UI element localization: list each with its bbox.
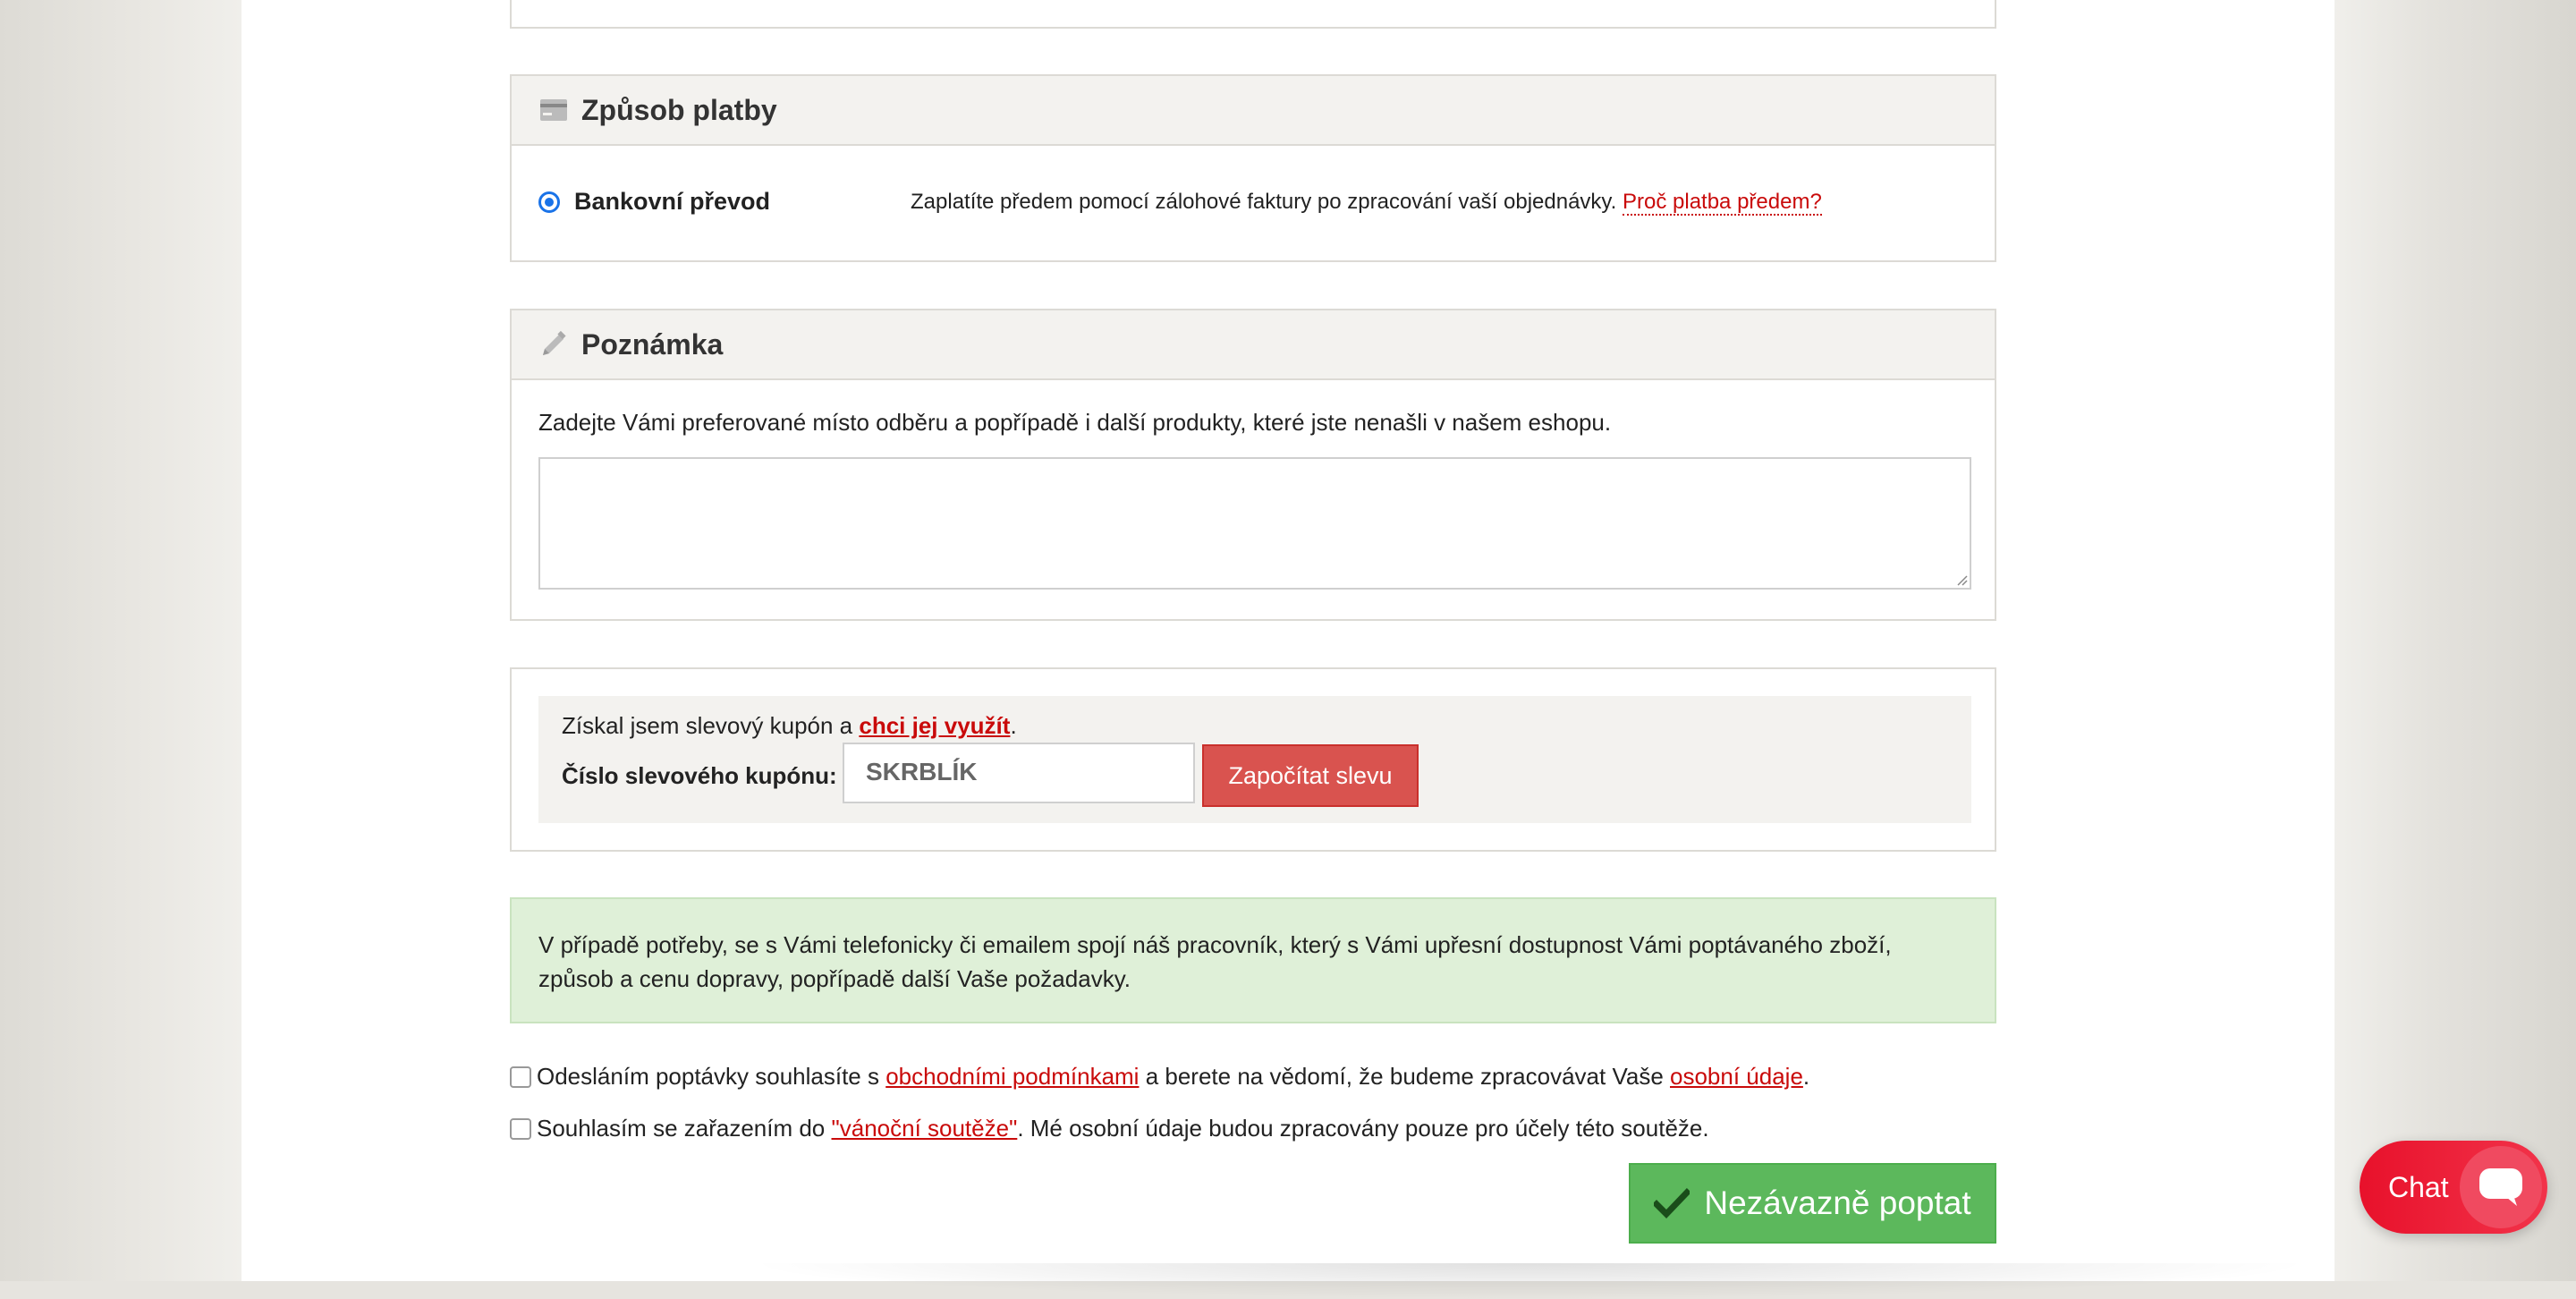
contact-info-alert: V případě potřeby, se s Vámi telefonicky… bbox=[510, 897, 1996, 1023]
apply-discount-button[interactable]: Započítat slevu bbox=[1202, 744, 1419, 807]
payment-option-bank-transfer[interactable]: Bankovní převod Zaplatíte předem pomocí … bbox=[512, 146, 1995, 259]
footer-shadow bbox=[742, 1263, 2317, 1299]
terms-checkbox[interactable] bbox=[510, 1066, 531, 1088]
coupon-box: Získal jsem slevový kupón a chci jej vyu… bbox=[538, 696, 1971, 823]
terms-text: Odesláním poptávky souhlasíte s obchodní… bbox=[537, 1063, 1810, 1090]
coupon-code-input[interactable]: SKRBLÍK bbox=[843, 743, 1195, 803]
chat-bubble-icon bbox=[2460, 1146, 2542, 1228]
payment-title: Způsob platby bbox=[581, 93, 777, 126]
chat-widget-button[interactable]: Chat bbox=[2360, 1141, 2547, 1234]
payment-header: Způsob platby bbox=[512, 76, 1995, 146]
bank-transfer-label: Bankovní převod bbox=[574, 188, 771, 215]
bank-transfer-radio[interactable] bbox=[538, 191, 560, 213]
note-textarea[interactable] bbox=[538, 457, 1971, 590]
coupon-intro: Získal jsem slevový kupón a chci jej vyu… bbox=[562, 712, 1017, 739]
note-title: Poznámka bbox=[581, 327, 724, 361]
christmas-contest-link[interactable]: "vánoční soutěže" bbox=[832, 1115, 1018, 1142]
info-line-2: způsob a cenu dopravy, popřípadě další V… bbox=[538, 965, 1131, 992]
info-line-1: V případě potřeby, se s Vámi telefonicky… bbox=[538, 931, 1892, 958]
note-instruction: Zadejte Vámi preferované místo odběru a … bbox=[538, 409, 1612, 436]
background-right bbox=[2334, 0, 2576, 1281]
contest-checkbox[interactable] bbox=[510, 1117, 531, 1140]
pencil-icon bbox=[538, 329, 569, 360]
previous-section-panel bbox=[510, 0, 1996, 29]
use-coupon-link[interactable]: chci jej využít bbox=[859, 712, 1010, 739]
credit-card-icon bbox=[538, 95, 569, 125]
personal-data-link[interactable]: osobní údaje bbox=[1670, 1063, 1803, 1090]
terms-agreement: Odesláním poptávky souhlasíte s obchodní… bbox=[510, 1063, 1809, 1091]
coupon-section: Získal jsem slevový kupón a chci jej vyu… bbox=[510, 667, 1996, 852]
note-section: Poznámka Zadejte Vámi preferované místo … bbox=[510, 309, 1996, 621]
background-left bbox=[0, 0, 242, 1281]
why-pay-upfront-link[interactable]: Proč platba předem? bbox=[1623, 190, 1822, 216]
bank-transfer-description: Zaplatíte předem pomocí zálohové faktury… bbox=[911, 190, 1822, 216]
chat-label: Chat bbox=[2388, 1171, 2449, 1203]
checkmark-icon bbox=[1654, 1188, 1690, 1218]
submit-label: Nezávazně poptat bbox=[1704, 1184, 1971, 1221]
coupon-number-label: Číslo slevového kupónu: bbox=[562, 762, 837, 789]
note-header: Poznámka bbox=[512, 310, 1995, 380]
contest-text: Souhlasím se zařazením do "vánoční soutě… bbox=[537, 1115, 1709, 1142]
submit-inquiry-button[interactable]: Nezávazně poptat bbox=[1629, 1163, 1996, 1244]
checkout-page: Způsob platby Bankovní převod Zaplatíte … bbox=[242, 0, 2334, 1299]
resize-handle-icon[interactable] bbox=[1955, 573, 1968, 586]
contest-agreement: Souhlasím se zařazením do "vánoční soutě… bbox=[510, 1115, 1709, 1142]
payment-section: Způsob platby Bankovní převod Zaplatíte … bbox=[510, 74, 1996, 262]
terms-conditions-link[interactable]: obchodními podmínkami bbox=[886, 1063, 1139, 1090]
